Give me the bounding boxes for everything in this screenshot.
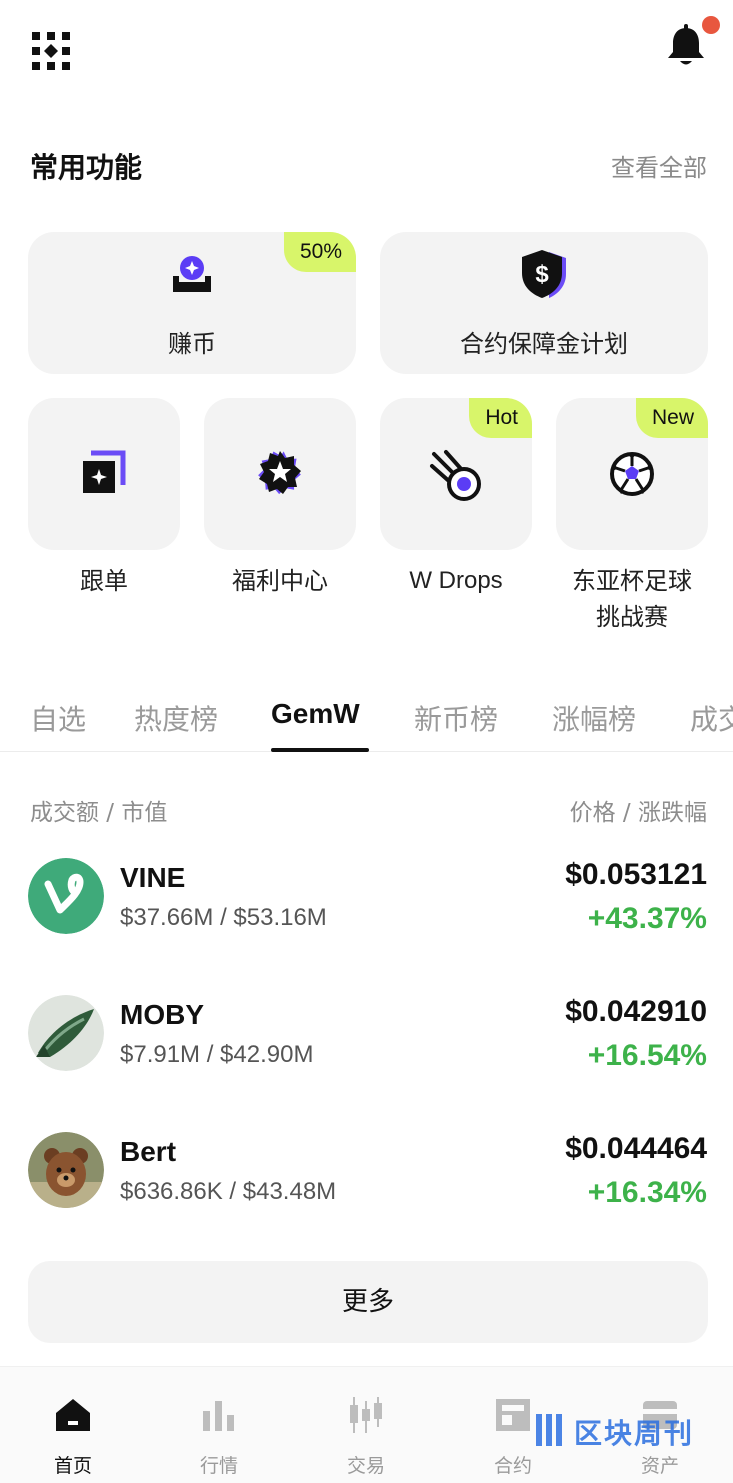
shield-dollar-icon: $ xyxy=(518,248,570,304)
tab-gainers[interactable]: 涨幅榜 xyxy=(552,698,636,738)
meteor-icon xyxy=(428,448,484,508)
insurance-fund-card[interactable]: $ 合约保障金计划 xyxy=(380,232,708,374)
nav-assets-label: 资产 xyxy=(640,1455,679,1477)
coin-change: +16.54% xyxy=(587,1039,707,1072)
watermark-icon xyxy=(536,1414,562,1446)
coin-volume: $7.91M / $42.90M xyxy=(120,1041,314,1068)
earn-icon xyxy=(170,252,214,300)
table-row[interactable]: Bert $636.86K / $43.48M $0.044464 +16.34… xyxy=(0,1132,733,1232)
insurance-fund-card-label: 合约保障金计划 xyxy=(460,330,628,358)
notification-dot xyxy=(702,16,720,34)
nav-home[interactable]: 首页 xyxy=(0,1367,146,1483)
home-icon xyxy=(54,1397,92,1437)
tab-gemw[interactable]: GemW xyxy=(271,698,360,730)
nav-markets[interactable]: 行情 xyxy=(146,1367,292,1483)
w-drops-label: W Drops xyxy=(409,567,503,594)
rewards-center-label: 福利中心 xyxy=(232,567,328,595)
list-header-volume[interactable]: 成交额 / 市值 xyxy=(30,793,167,827)
watermark-text: 区块周刊 xyxy=(574,1417,695,1450)
moby-logo xyxy=(28,995,104,1071)
copy-trade-card[interactable] xyxy=(28,398,180,550)
hot-badge: Hot xyxy=(469,398,532,438)
coin-name: VINE xyxy=(120,862,186,893)
top-bar xyxy=(0,0,733,100)
east-asia-cup-label: 东亚杯足球 挑战赛 xyxy=(544,563,720,635)
more-button[interactable]: 更多 xyxy=(28,1261,708,1343)
copy-trade-label: 跟单 xyxy=(80,567,128,595)
percent-badge: 50% xyxy=(283,232,356,272)
vine-logo xyxy=(28,858,104,934)
east-asia-cup-card[interactable]: New xyxy=(556,398,708,550)
coin-name: MOBY xyxy=(120,999,204,1030)
rewards-center-card[interactable] xyxy=(204,398,356,550)
market-tabs: 自选 热度榜 GemW 新币榜 涨幅榜 成交 xyxy=(0,690,733,752)
star-badge-icon xyxy=(257,449,303,499)
active-tab-indicator xyxy=(271,748,369,752)
coin-price: $0.042910 xyxy=(565,995,707,1028)
list-header-price[interactable]: 价格 / 涨跌幅 xyxy=(570,793,707,827)
candlestick-icon xyxy=(347,1397,385,1437)
bert-logo xyxy=(28,1132,104,1208)
futures-icon xyxy=(494,1397,532,1437)
tab-new-coins[interactable]: 新币榜 xyxy=(414,698,498,738)
coin-volume: $37.66M / $53.16M xyxy=(120,904,327,931)
coin-change: +16.34% xyxy=(587,1176,707,1209)
coin-volume: $636.86K / $43.48M xyxy=(120,1178,337,1205)
coin-price: $0.044464 xyxy=(565,1132,707,1165)
east-asia-cup-label-line2: 挑战赛 xyxy=(596,603,668,631)
soccer-ball-icon xyxy=(609,451,655,501)
tab-volume[interactable]: 成交 xyxy=(690,698,733,738)
coin-price: $0.053121 xyxy=(565,858,707,891)
view-all-link[interactable]: 查看全部 xyxy=(611,148,707,183)
tab-watchlist[interactable]: 自选 xyxy=(30,698,86,738)
coin-name: Bert xyxy=(120,1136,177,1167)
nav-markets-label: 行情 xyxy=(199,1455,238,1477)
earn-card[interactable]: 50% 赚币 xyxy=(28,232,356,374)
w-drops-card[interactable]: Hot xyxy=(380,398,532,550)
nav-home-label: 首页 xyxy=(53,1455,92,1477)
svg-text:$: $ xyxy=(535,261,549,288)
east-asia-cup-label-line1: 东亚杯足球 xyxy=(572,567,692,595)
coin-change: +43.37% xyxy=(587,902,707,935)
earn-card-label: 赚币 xyxy=(168,330,216,358)
copy-trade-icon xyxy=(81,449,127,499)
new-badge: New xyxy=(635,398,708,438)
nav-trade[interactable]: 交易 xyxy=(293,1367,439,1483)
table-row[interactable]: VINE $37.66M / $53.16M $0.053121 +43.37% xyxy=(0,858,733,958)
tab-hot[interactable]: 热度榜 xyxy=(134,698,218,738)
table-row[interactable]: MOBY $7.91M / $42.90M $0.042910 +16.54% xyxy=(0,995,733,1095)
nav-trade-label: 交易 xyxy=(346,1455,385,1477)
market-bars-icon xyxy=(200,1397,238,1437)
watermark-logo: 区块周刊 xyxy=(532,1408,712,1452)
grid-menu-icon[interactable] xyxy=(30,30,72,72)
section-title: 常用功能 xyxy=(30,151,143,184)
nav-futures-label: 合约 xyxy=(493,1455,532,1477)
